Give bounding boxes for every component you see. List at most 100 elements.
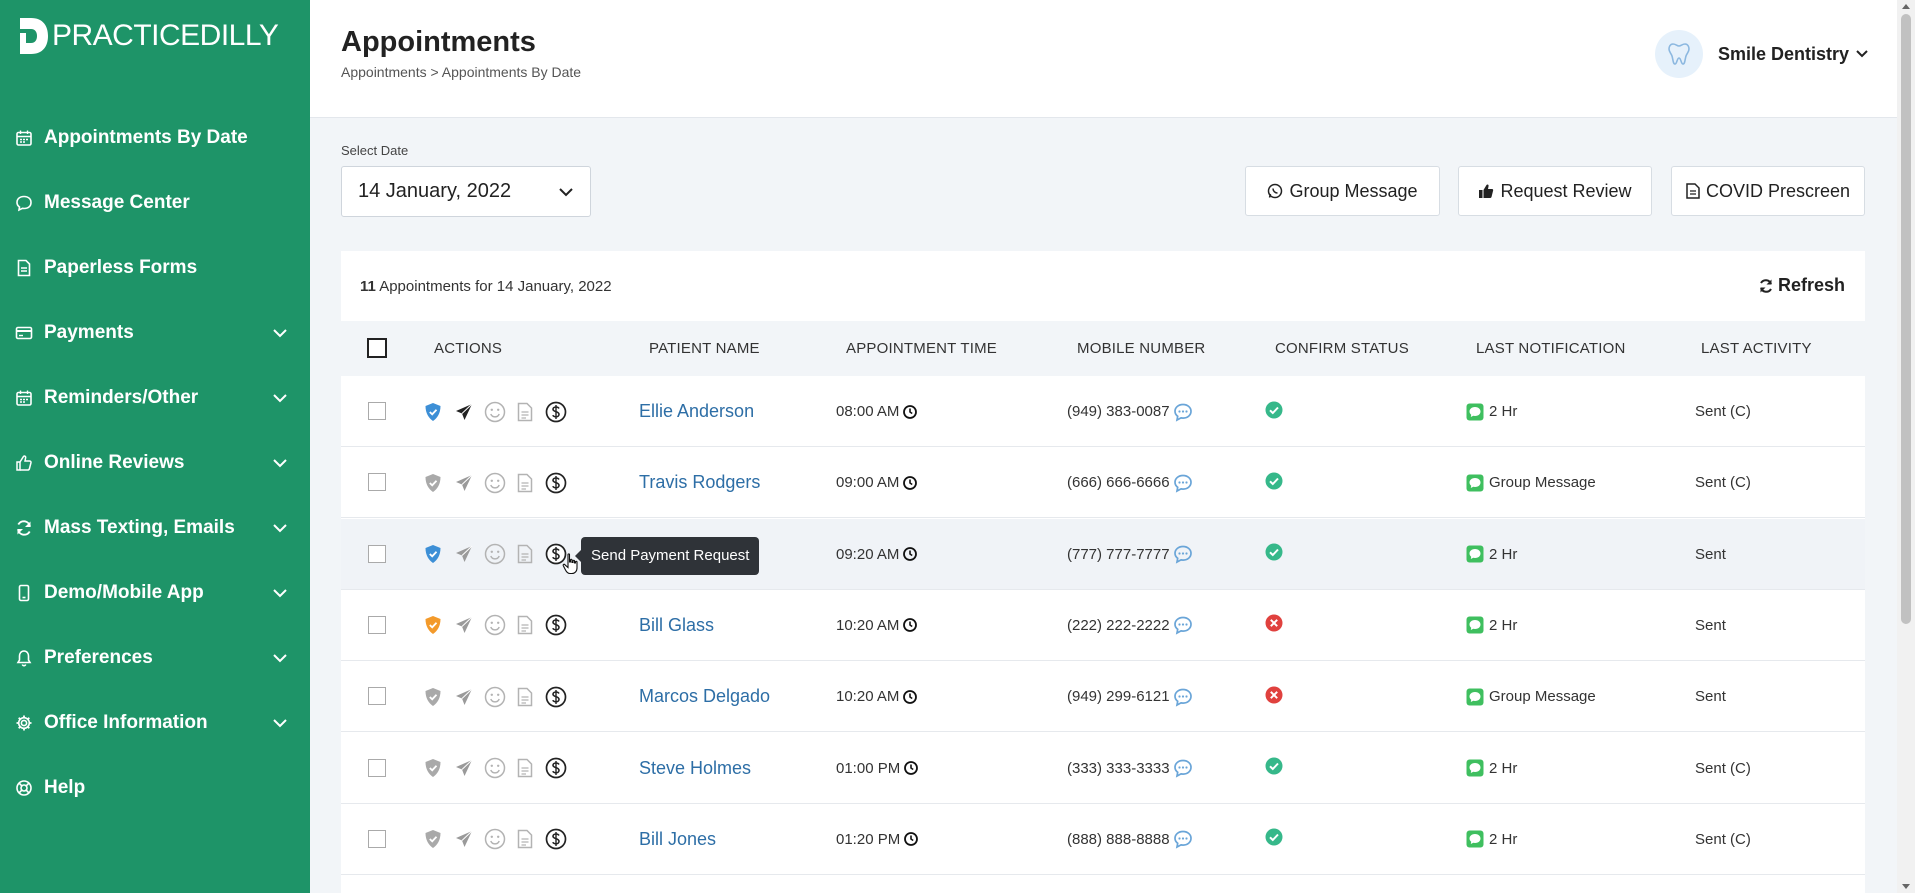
refresh-button[interactable]: Refresh (1758, 275, 1845, 296)
smiley-icon[interactable] (484, 757, 506, 779)
form-document-icon[interactable] (514, 472, 536, 494)
hand-cursor-icon (562, 553, 578, 575)
form-document-icon[interactable] (514, 757, 536, 779)
patient-name-link[interactable]: Travis Rodgers (639, 472, 760, 493)
message-bubble-icon[interactable] (1173, 473, 1193, 493)
form-document-icon[interactable] (514, 543, 536, 565)
payment-dollar-icon[interactable] (545, 472, 567, 494)
patient-name-link[interactable]: Steve Holmes (639, 758, 751, 779)
payment-dollar-icon[interactable] (545, 828, 567, 850)
sidebar-item-demo-mobile-app[interactable]: Demo/Mobile App (0, 560, 310, 625)
scroll-up-arrow-icon[interactable] (1902, 4, 1910, 9)
chevron-down-icon (273, 393, 287, 402)
message-bubble-icon[interactable] (1173, 687, 1193, 707)
smiley-icon[interactable] (484, 828, 506, 850)
patient-name-link[interactable]: Bill Glass (639, 615, 714, 636)
sidebar-item-payments[interactable]: Payments (0, 300, 310, 365)
confirm-status-icon (1265, 757, 1283, 775)
send-icon[interactable] (453, 614, 475, 636)
shield-icon[interactable] (422, 757, 444, 779)
patient-name-link[interactable]: Ellie Anderson (639, 401, 754, 422)
message-bubble-icon[interactable] (1173, 615, 1193, 635)
row-checkbox[interactable] (368, 544, 386, 563)
send-payment-request-tooltip: Send Payment Request (574, 537, 760, 575)
shield-icon[interactable] (422, 472, 444, 494)
scroll-thumb[interactable] (1901, 14, 1911, 624)
smiley-icon[interactable] (484, 543, 506, 565)
date-select[interactable]: 14 January, 2022 (341, 166, 591, 217)
sms-icon (1466, 759, 1484, 777)
last-activity: Sent (1695, 688, 1726, 706)
last-notification: 2 Hr (1489, 616, 1518, 634)
sidebar-item-message-center[interactable]: Message Center (0, 170, 310, 235)
row-checkbox[interactable] (368, 473, 386, 492)
message-bubble-icon[interactable] (1173, 829, 1193, 849)
message-bubble-icon[interactable] (1173, 402, 1193, 422)
column-header-confirm-status[interactable]: CONFIRM STATUS (1275, 321, 1409, 376)
sidebar-item-preferences[interactable]: Preferences (0, 625, 310, 690)
select-all-checkbox[interactable] (367, 338, 387, 358)
row-checkbox[interactable] (368, 829, 386, 848)
send-icon[interactable] (453, 472, 475, 494)
message-bubble-icon[interactable] (1173, 758, 1193, 778)
column-header-last-activity[interactable]: LAST ACTIVITY (1701, 321, 1812, 376)
sms-icon (1466, 616, 1484, 634)
payment-dollar-icon[interactable] (545, 686, 567, 708)
last-activity: Sent (C) (1695, 759, 1751, 777)
form-document-icon[interactable] (514, 614, 536, 636)
whatsapp-icon (1268, 183, 1283, 199)
row-checkbox[interactable] (368, 615, 386, 634)
column-header-patient-name[interactable]: PATIENT NAME (649, 321, 760, 376)
practicedilly-logo[interactable]: PRACTICEDILLY (16, 16, 279, 56)
send-icon[interactable] (453, 401, 475, 423)
table-row: Bill Glass 10:20 AM (222) 222-2222 2 Hr Sent (341, 590, 1865, 661)
patient-name-link[interactable]: Marcos Delgado (639, 686, 770, 707)
smiley-icon[interactable] (484, 686, 506, 708)
payment-dollar-icon[interactable] (545, 401, 567, 423)
sidebar-item-online-reviews[interactable]: Online Reviews (0, 430, 310, 495)
chevron-down-icon (273, 458, 287, 467)
group-message-button[interactable]: Group Message (1245, 166, 1440, 216)
column-header-mobile-number[interactable]: MOBILE NUMBER (1077, 321, 1205, 376)
sidebar-item-help[interactable]: Help (0, 755, 310, 820)
shield-icon[interactable] (422, 614, 444, 636)
shield-icon[interactable] (422, 543, 444, 565)
practice-switcher[interactable]: Smile Dentistry (1654, 30, 1869, 78)
smiley-icon[interactable] (484, 614, 506, 636)
payment-dollar-icon[interactable] (545, 614, 567, 636)
message-bubble-icon[interactable] (1173, 544, 1193, 564)
form-document-icon[interactable] (514, 401, 536, 423)
send-icon[interactable] (453, 828, 475, 850)
shield-icon[interactable] (422, 686, 444, 708)
send-icon[interactable] (453, 686, 475, 708)
send-icon[interactable] (453, 543, 475, 565)
request-review-button[interactable]: Request Review (1458, 166, 1652, 216)
row-actions (422, 661, 580, 732)
shield-icon[interactable] (422, 401, 444, 423)
sidebar-item-office-information[interactable]: Office Information (0, 690, 310, 755)
column-header-appointment-time[interactable]: APPOINTMENT TIME (846, 321, 997, 376)
last-activity: Sent (C) (1695, 830, 1751, 848)
send-icon[interactable] (453, 757, 475, 779)
covid-prescreen-button[interactable]: COVID Prescreen (1671, 166, 1865, 216)
smiley-icon[interactable] (484, 401, 506, 423)
sidebar-item-mass-texting-emails[interactable]: Mass Texting, Emails (0, 495, 310, 560)
sidebar-item-reminders-other[interactable]: Reminders/Other (0, 365, 310, 430)
sidebar-item-label: Office Information (44, 711, 208, 733)
last-notification: 2 Hr (1489, 759, 1518, 777)
patient-name-link[interactable]: Bill Jones (639, 829, 716, 850)
row-checkbox[interactable] (368, 758, 386, 777)
page-scrollbar[interactable] (1897, 0, 1915, 893)
smiley-icon[interactable] (484, 472, 506, 494)
row-checkbox[interactable] (368, 402, 386, 420)
appointment-time: 08:00 AM (836, 403, 900, 420)
form-document-icon[interactable] (514, 686, 536, 708)
sidebar-item-paperless-forms[interactable]: Paperless Forms (0, 235, 310, 300)
shield-icon[interactable] (422, 828, 444, 850)
payment-dollar-icon[interactable] (545, 757, 567, 779)
form-document-icon[interactable] (514, 828, 536, 850)
column-header-last-notification[interactable]: LAST NOTIFICATION (1476, 321, 1626, 376)
scroll-down-arrow-icon[interactable] (1902, 884, 1910, 889)
sidebar-item-appointments-by-date[interactable]: Appointments By Date (0, 105, 310, 170)
row-checkbox[interactable] (368, 687, 386, 706)
